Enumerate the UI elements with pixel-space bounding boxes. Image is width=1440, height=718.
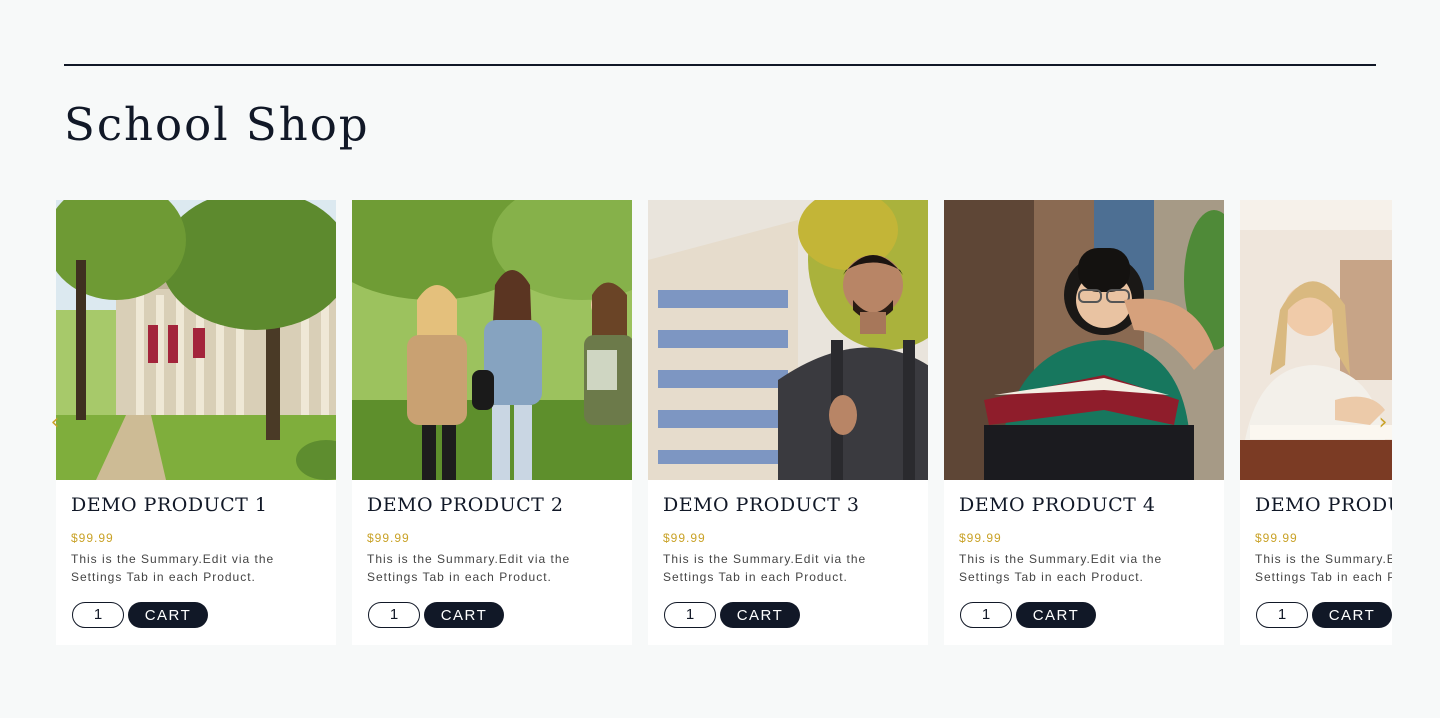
add-to-cart-button[interactable]: CART [1312, 602, 1392, 628]
product-name[interactable]: DEMO PRODUCT 5 [1255, 494, 1392, 516]
product-card: DEMO PRODUCT 3 $99.99 This is the Summar… [648, 200, 928, 645]
product-summary: This is the Summary.Edit via the Setting… [1255, 552, 1392, 584]
quantity-input[interactable] [368, 602, 420, 628]
carousel-track: DEMO PRODUCT 1 $99.99 This is the Summar… [56, 200, 1392, 646]
product-card: DEMO PRODUCT 1 $99.99 This is the Summar… [56, 200, 336, 645]
product-card: DEMO PRODUCT 4 $99.99 This is the Summar… [944, 200, 1224, 645]
product-image[interactable] [1240, 200, 1392, 480]
product-name[interactable]: DEMO PRODUCT 3 [663, 494, 859, 516]
add-to-cart-button[interactable]: CART [128, 602, 208, 628]
product-carousel: DEMO PRODUCT 1 $99.99 This is the Summar… [56, 200, 1392, 646]
chevron-left-icon[interactable]: ‹ [48, 410, 62, 436]
product-card: DEMO PRODUCT 5 $99.99 This is the Summar… [1240, 200, 1392, 645]
add-to-cart-button[interactable]: CART [424, 602, 504, 628]
product-summary: This is the Summary.Edit via the Setting… [367, 552, 571, 584]
quantity-input[interactable] [1256, 602, 1308, 628]
product-image[interactable] [352, 200, 632, 480]
quantity-input[interactable] [72, 602, 124, 628]
quantity-input[interactable] [664, 602, 716, 628]
product-image[interactable] [944, 200, 1224, 480]
product-image[interactable] [56, 200, 336, 480]
product-price: $99.99 [959, 531, 1002, 545]
section-divider [64, 64, 1376, 66]
student-desk-image [1240, 200, 1392, 480]
product-card: DEMO PRODUCT 2 $99.99 This is the Summar… [352, 200, 632, 645]
student-backpack-image [648, 200, 928, 480]
campus-building-image [56, 200, 336, 480]
product-price: $99.99 [1255, 531, 1298, 545]
student-reading-image [944, 200, 1224, 480]
product-summary: This is the Summary.Edit via the Setting… [959, 552, 1163, 584]
product-name[interactable]: DEMO PRODUCT 2 [367, 494, 563, 516]
add-to-cart-button[interactable]: CART [1016, 602, 1096, 628]
product-name[interactable]: DEMO PRODUCT 1 [71, 494, 267, 516]
product-price: $99.99 [663, 531, 706, 545]
product-summary: This is the Summary.Edit via the Setting… [663, 552, 867, 584]
product-image[interactable] [648, 200, 928, 480]
quantity-input[interactable] [960, 602, 1012, 628]
add-to-cart-button[interactable]: CART [720, 602, 800, 628]
product-price: $99.99 [71, 531, 114, 545]
product-name[interactable]: DEMO PRODUCT 4 [959, 494, 1155, 516]
page-title: School Shop [64, 98, 370, 151]
students-walking-image [352, 200, 632, 480]
chevron-right-icon[interactable]: › [1376, 410, 1390, 436]
product-price: $99.99 [367, 531, 410, 545]
product-summary: This is the Summary.Edit via the Setting… [71, 552, 275, 584]
